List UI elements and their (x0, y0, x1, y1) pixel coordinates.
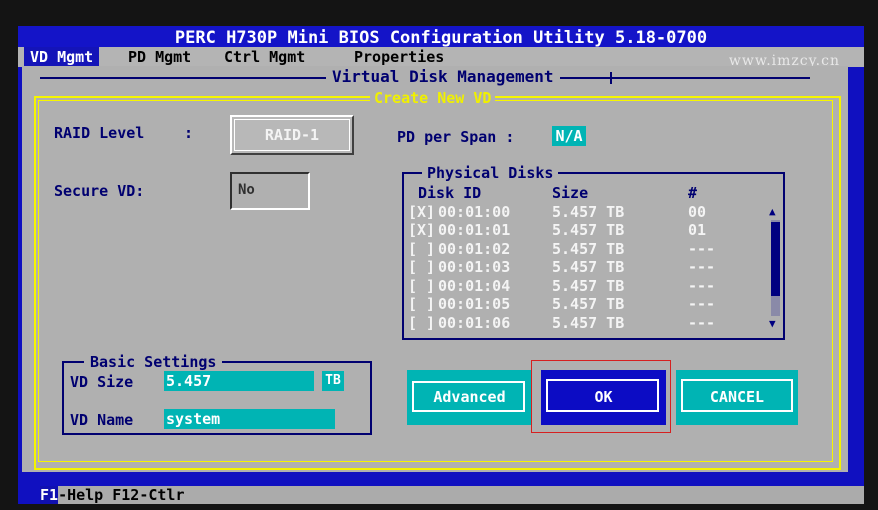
raid-level-selector[interactable]: RAID-1 (230, 115, 354, 155)
disk-number: --- (688, 295, 716, 313)
disk-size: 5.457 TB (552, 314, 625, 332)
disk-number: --- (688, 277, 716, 295)
disk-checkbox[interactable]: [X] (408, 221, 435, 239)
disk-checkbox[interactable]: [ ] (408, 277, 435, 295)
disk-size: 5.457 TB (552, 295, 625, 313)
tab-vd-mgmt[interactable]: VD Mgmt (24, 47, 100, 67)
scrollbar-thumb[interactable] (771, 222, 780, 296)
disk-size: 5.457 TB (552, 203, 625, 221)
disk-number: --- (688, 258, 716, 276)
cancel-button-label: CANCEL (709, 388, 765, 406)
secure-vd-label: Secure VD: (54, 182, 145, 200)
scroll-down-icon[interactable]: ▼ (769, 317, 776, 330)
disk-size: 5.457 TB (552, 277, 625, 295)
advanced-button-label: Advanced (433, 388, 506, 406)
disk-checkbox[interactable]: [ ] (408, 295, 435, 313)
disk-id: 00:01:03 (438, 258, 511, 276)
scroll-up-icon[interactable]: ▲ (769, 205, 776, 218)
status-bar: F1-Help F12-Ctlr (40, 486, 864, 504)
vd-size-unit[interactable]: TB (322, 371, 344, 391)
tab-properties[interactable]: Properties (348, 47, 450, 67)
vd-size-label: VD Size (70, 373, 134, 391)
cancel-button[interactable]: CANCEL (676, 370, 798, 425)
secure-vd-selector[interactable]: No (230, 172, 310, 210)
disk-id: 00:01:06 (438, 314, 511, 332)
disk-id: 00:01:04 (438, 277, 511, 295)
raid-level-label: RAID Level (54, 124, 145, 142)
secure-vd-value: No (238, 182, 255, 198)
dialog-title: Create New VD (370, 89, 496, 107)
raid-level-colon: : (184, 124, 194, 142)
disk-number: --- (688, 240, 716, 258)
raid-level-value: RAID-1 (264, 126, 320, 144)
disk-size: 5.457 TB (552, 258, 625, 276)
ok-selection-highlight (531, 360, 671, 433)
disk-number: 01 (688, 221, 707, 239)
disk-checkbox[interactable]: [ ] (408, 240, 435, 258)
disk-id: 00:01:02 (438, 240, 511, 258)
disk-checkbox[interactable]: [ ] (408, 258, 435, 276)
number-header: # (688, 184, 698, 202)
vd-name-label: VD Name (70, 411, 134, 429)
disk-checkbox[interactable]: [X] (408, 203, 435, 221)
disk-number: 00 (688, 203, 707, 221)
tab-ctrl-mgmt[interactable]: Ctrl Mgmt (218, 47, 311, 67)
tab-pd-mgmt[interactable]: PD Mgmt (122, 47, 197, 67)
disk-number: --- (688, 314, 716, 332)
disk-size: 5.457 TB (552, 221, 625, 239)
vd-name-input[interactable]: system (164, 409, 335, 429)
size-header: Size (552, 184, 589, 202)
basic-settings-title: Basic Settings (84, 353, 223, 371)
disk-id: 00:01:00 (438, 203, 511, 221)
vd-size-input[interactable]: 5.457 (164, 371, 314, 391)
disk-size: 5.457 TB (552, 240, 625, 258)
advanced-button[interactable]: Advanced (407, 370, 532, 425)
panel-title: Virtual Disk Management (326, 67, 560, 87)
panel-title-tick (610, 72, 612, 84)
pd-per-span-label: PD per Span : (397, 128, 515, 146)
physical-disks-title: Physical Disks (422, 164, 559, 182)
status-help-text: -Help F12-Ctlr (58, 486, 185, 504)
disk-id-header: Disk ID (418, 184, 482, 202)
disk-id: 00:01:05 (438, 295, 511, 313)
disk-checkbox[interactable]: [ ] (408, 314, 435, 332)
disk-id: 00:01:01 (438, 221, 511, 239)
help-key[interactable]: F1 (40, 486, 59, 504)
pd-per-span-value[interactable]: N/A (552, 126, 586, 146)
